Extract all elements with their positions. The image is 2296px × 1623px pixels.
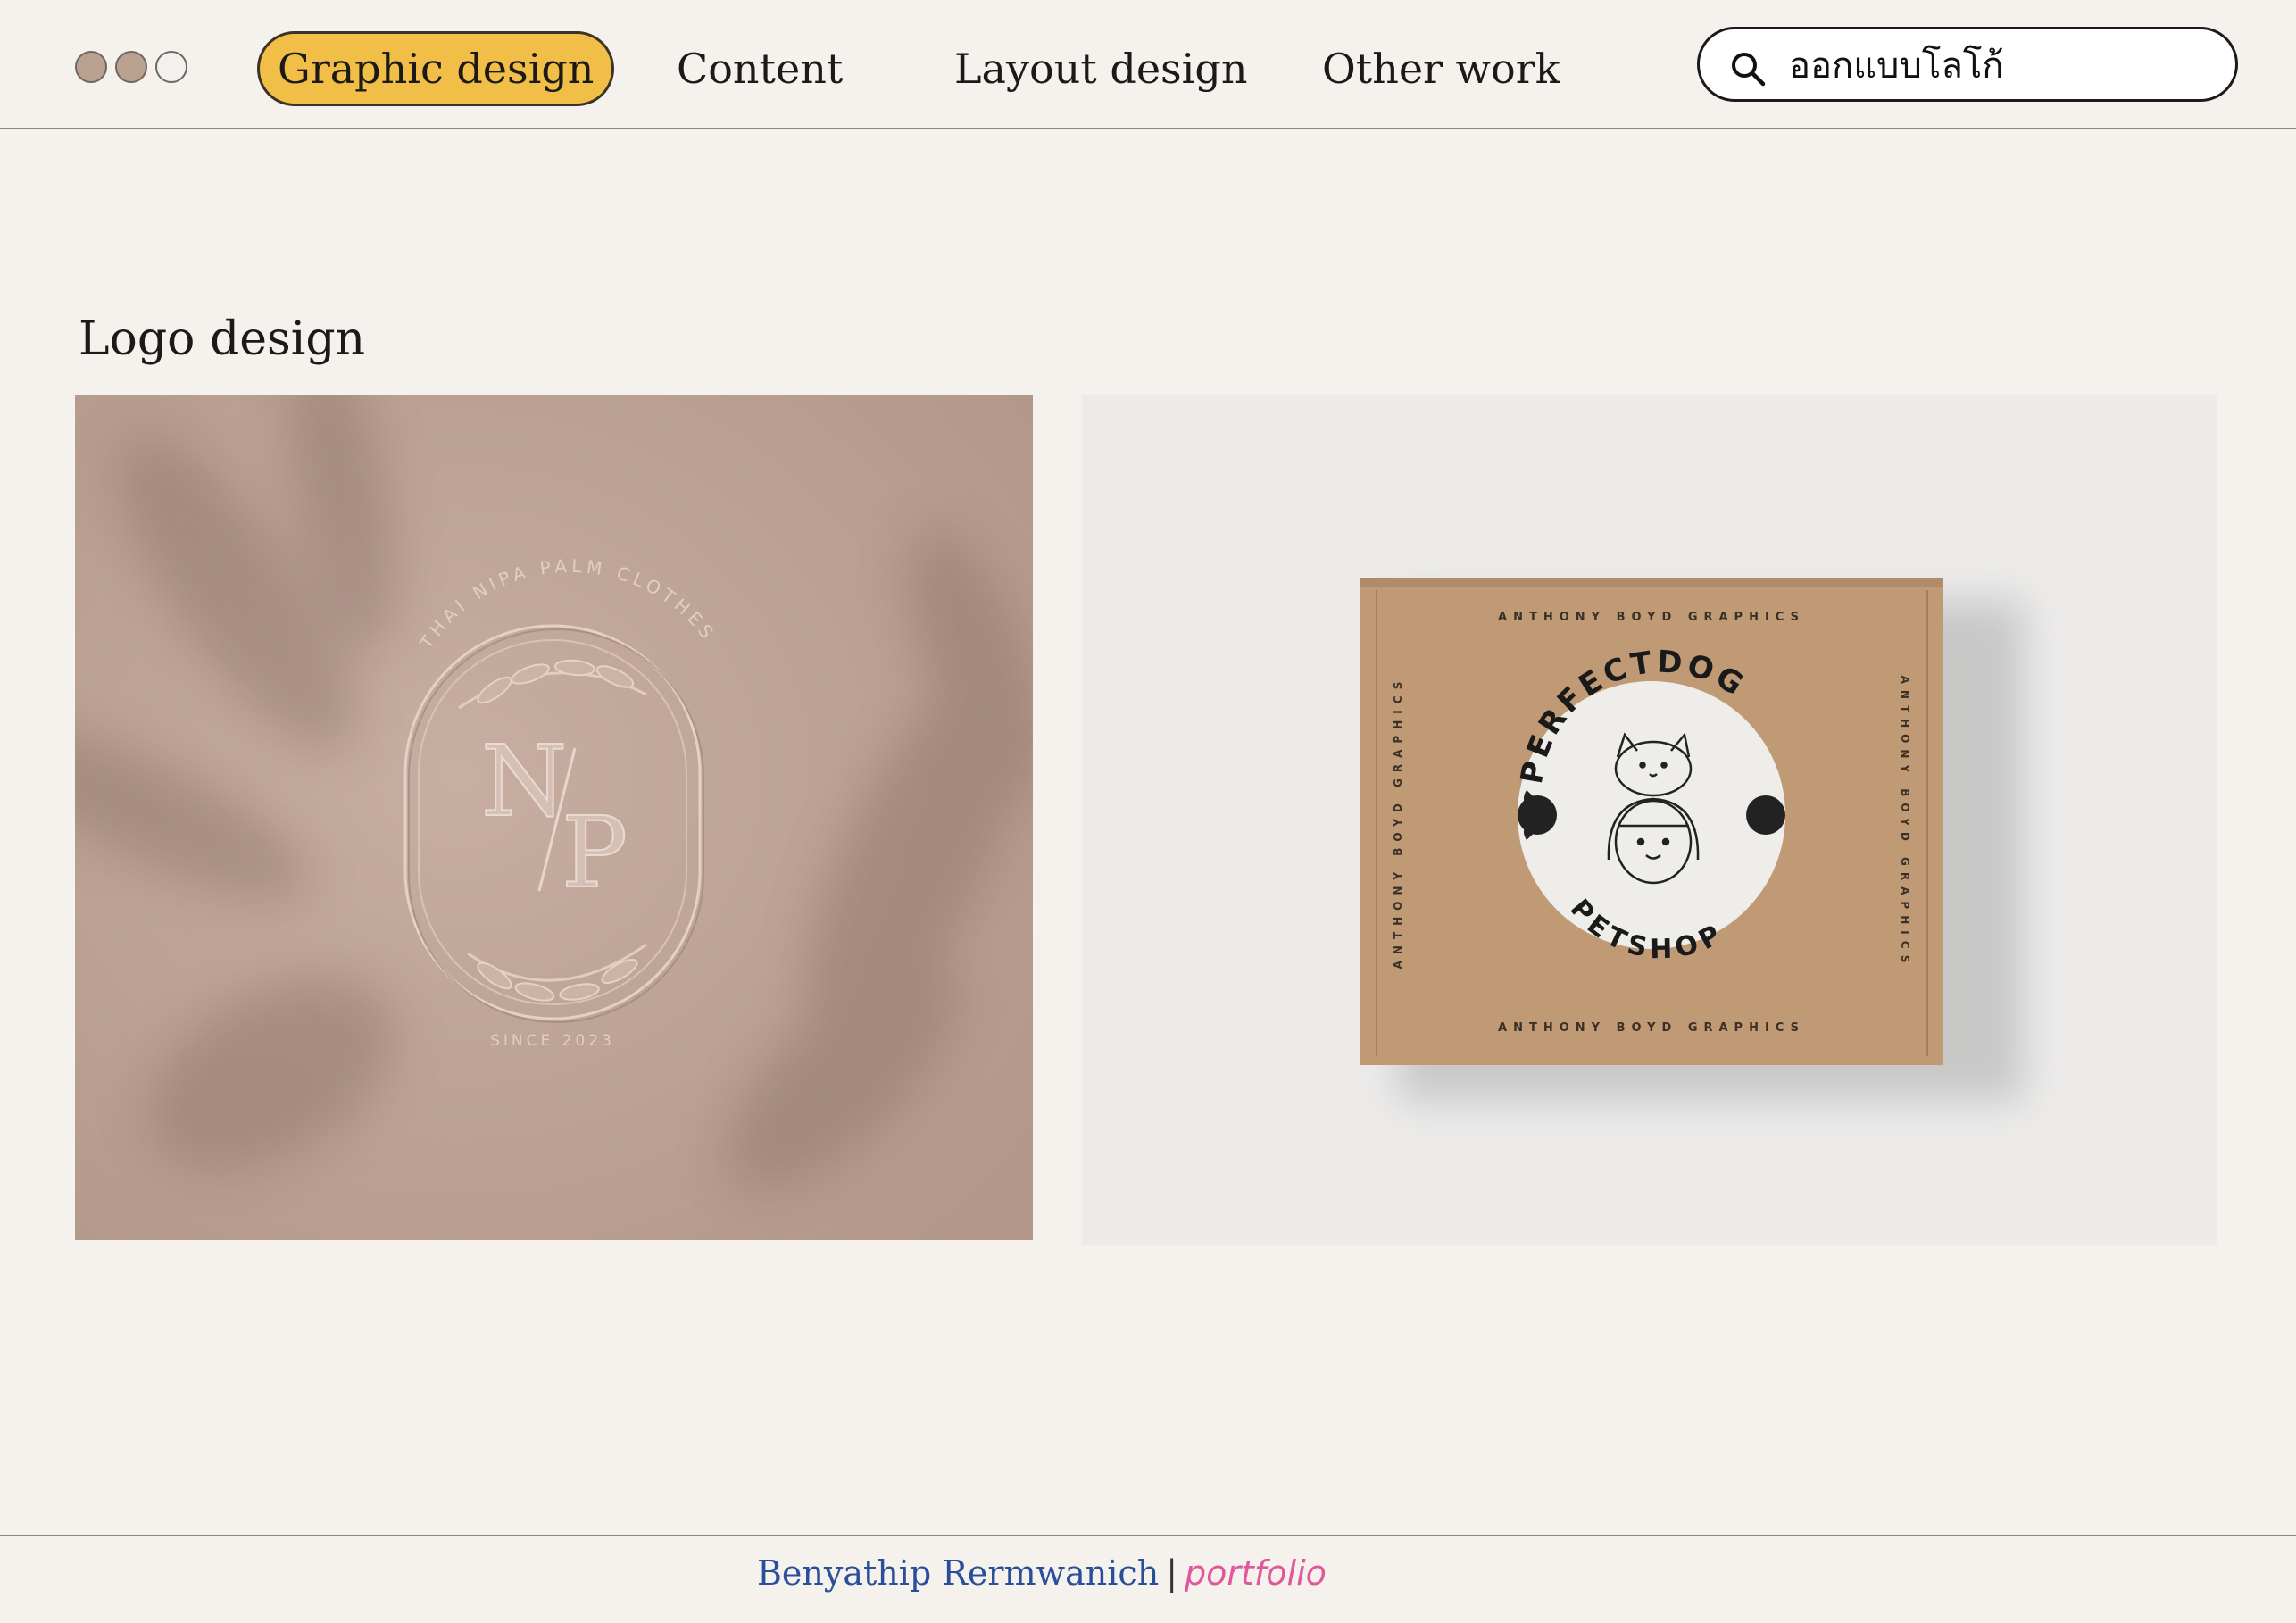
footer-tag: portfolio bbox=[1185, 1553, 1327, 1593]
box-text-top: ANTHONY BOYD GRAPHICS bbox=[1498, 611, 1805, 624]
logo-since-text: SINCE 2023 bbox=[490, 1032, 615, 1050]
box-text-left: ANTHONY BOYD GRAPHICS bbox=[1392, 676, 1404, 970]
window-dot-2[interactable] bbox=[115, 51, 147, 83]
footer: Benyathip Rermwanich | portfolio bbox=[757, 1553, 1327, 1593]
nav-graphic-design[interactable]: Graphic design bbox=[257, 31, 615, 106]
box-text-right: ANTHONY BOYD GRAPHICS bbox=[1899, 676, 1911, 970]
footer-name: Benyathip Rermwanich bbox=[757, 1553, 1160, 1593]
search-icon[interactable] bbox=[1728, 49, 1768, 88]
window-dot-1[interactable] bbox=[75, 51, 107, 83]
nav-content[interactable]: Content bbox=[677, 31, 843, 106]
top-bar: Graphic design Content Layout design Oth… bbox=[0, 0, 2296, 129]
box-mockup-artwork: ANTHONY BOYD GRAPHICS ANTHONY BOYD GRAPH… bbox=[1082, 395, 2217, 1245]
search-box[interactable] bbox=[1697, 27, 2238, 102]
footer-divider bbox=[0, 1535, 2296, 1536]
monogram-p: P bbox=[562, 795, 628, 910]
window-controls bbox=[75, 51, 187, 83]
search-input[interactable] bbox=[1789, 40, 2217, 90]
footer-separator: | bbox=[1166, 1553, 1177, 1593]
section-title: Logo design bbox=[79, 312, 366, 366]
np-logo-artwork: N P THAI NIPA PALM CLOTHES SINCE 2023 bbox=[75, 395, 1033, 1240]
perfectdog-box-image[interactable]: ANTHONY BOYD GRAPHICS ANTHONY BOYD GRAPH… bbox=[1082, 395, 2217, 1245]
nav-layout-design[interactable]: Layout design bbox=[954, 31, 1247, 106]
nav-other-work[interactable]: Other work bbox=[1322, 31, 1560, 106]
monogram-n: N bbox=[481, 724, 567, 838]
np-embossed-logo-image[interactable]: N P THAI NIPA PALM CLOTHES SINCE 2023 bbox=[75, 395, 1033, 1240]
box-text-bottom: ANTHONY BOYD GRAPHICS bbox=[1498, 1021, 1805, 1035]
window-dot-3[interactable] bbox=[155, 51, 187, 83]
